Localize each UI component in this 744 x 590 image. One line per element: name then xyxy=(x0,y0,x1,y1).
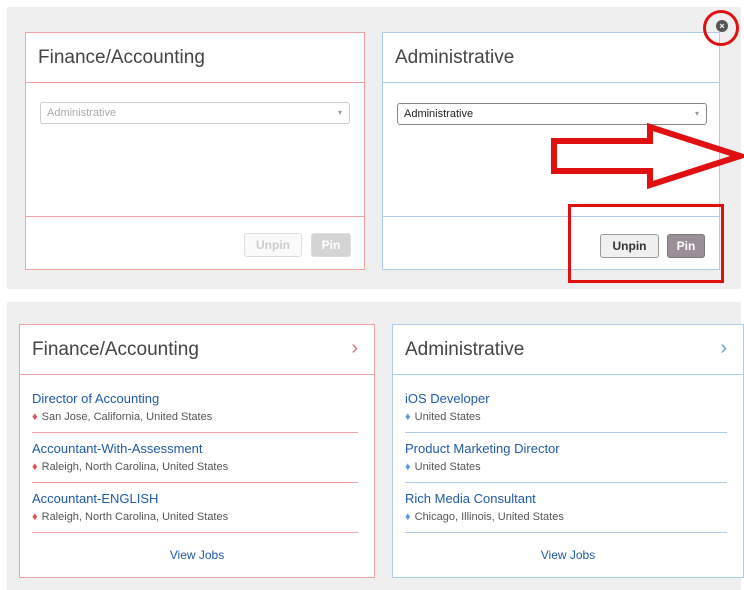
select-value: Administrative xyxy=(404,108,474,120)
job-location: ♦ Chicago, Illinois, United States xyxy=(405,511,564,523)
card-header: Finance/Accounting xyxy=(26,33,364,83)
map-pin-icon: ♦ xyxy=(405,511,411,523)
card-header: Administrative xyxy=(383,33,719,83)
chevron-down-icon: ▾ xyxy=(694,109,699,118)
finance-accounting-config-card: Finance/Accounting Administrative ▾ Unpi… xyxy=(25,32,365,270)
view-jobs-link[interactable]: View Jobs xyxy=(20,548,374,562)
job-item[interactable]: Accountant-With-Assessment ♦ Raleigh, Nor… xyxy=(32,437,358,483)
category-select[interactable]: Administrative ▾ xyxy=(397,103,707,125)
card-header: Finance/Accounting › xyxy=(20,325,374,375)
job-location: ♦ Raleigh, North Carolina, United States xyxy=(32,461,229,473)
job-title-link[interactable]: Accountant-ENGLISH xyxy=(32,491,158,506)
map-pin-icon: ♦ xyxy=(405,461,411,473)
administrative-jobs-card: Administrative › iOS Developer ♦ United S… xyxy=(392,324,744,578)
card-title: Finance/Accounting xyxy=(38,47,205,68)
job-title-link[interactable]: Accountant-With-Assessment xyxy=(32,441,203,456)
unpin-button[interactable]: Unpin xyxy=(244,233,302,257)
map-pin-icon: ♦ xyxy=(32,461,38,473)
annotation-arrow-icon xyxy=(551,123,744,189)
map-pin-icon: ♦ xyxy=(405,411,411,423)
category-select[interactable]: Administrative ▾ xyxy=(40,102,350,124)
map-pin-icon: ♦ xyxy=(32,411,38,423)
select-value: Administrative xyxy=(47,107,117,119)
chevron-down-icon: ▾ xyxy=(337,108,342,117)
annotation-highlight-box xyxy=(568,204,724,283)
job-location: ♦ San Jose, California, United States xyxy=(32,411,213,423)
job-location: ♦ Raleigh, North Carolina, United States xyxy=(32,511,229,523)
job-location: ♦ United States xyxy=(405,461,481,473)
job-title-link[interactable]: Rich Media Consultant xyxy=(405,491,536,506)
divider xyxy=(26,216,364,217)
card-header: Administrative › xyxy=(393,325,743,375)
card-title: Finance/Accounting xyxy=(32,339,199,360)
job-item[interactable]: iOS Developer ♦ United States xyxy=(405,387,727,433)
job-location: ♦ United States xyxy=(405,411,481,423)
view-jobs-link[interactable]: View Jobs xyxy=(393,548,743,562)
job-item[interactable]: Product Marketing Director ♦ United State… xyxy=(405,437,727,483)
chevron-right-icon[interactable]: › xyxy=(720,337,727,360)
chevron-right-icon[interactable]: › xyxy=(351,337,358,360)
job-item[interactable]: Accountant-ENGLISH ♦ Raleigh, North Carol… xyxy=(32,487,358,533)
job-item[interactable]: Director of Accounting ♦ San Jose, Califo… xyxy=(32,387,358,433)
job-title-link[interactable]: Product Marketing Director xyxy=(405,441,560,456)
pin-button[interactable]: Pin xyxy=(311,233,351,257)
card-title: Administrative xyxy=(405,339,525,360)
job-title-link[interactable]: Director of Accounting xyxy=(32,391,159,406)
map-pin-icon: ♦ xyxy=(32,511,38,523)
finance-accounting-jobs-card: Finance/Accounting › Director of Account… xyxy=(19,324,375,578)
annotation-circle: × xyxy=(703,10,739,46)
card-title: Administrative xyxy=(395,47,515,68)
close-icon[interactable]: × xyxy=(716,20,728,32)
job-title-link[interactable]: iOS Developer xyxy=(405,391,490,406)
job-item[interactable]: Rich Media Consultant ♦ Chicago, Illinois… xyxy=(405,487,727,533)
